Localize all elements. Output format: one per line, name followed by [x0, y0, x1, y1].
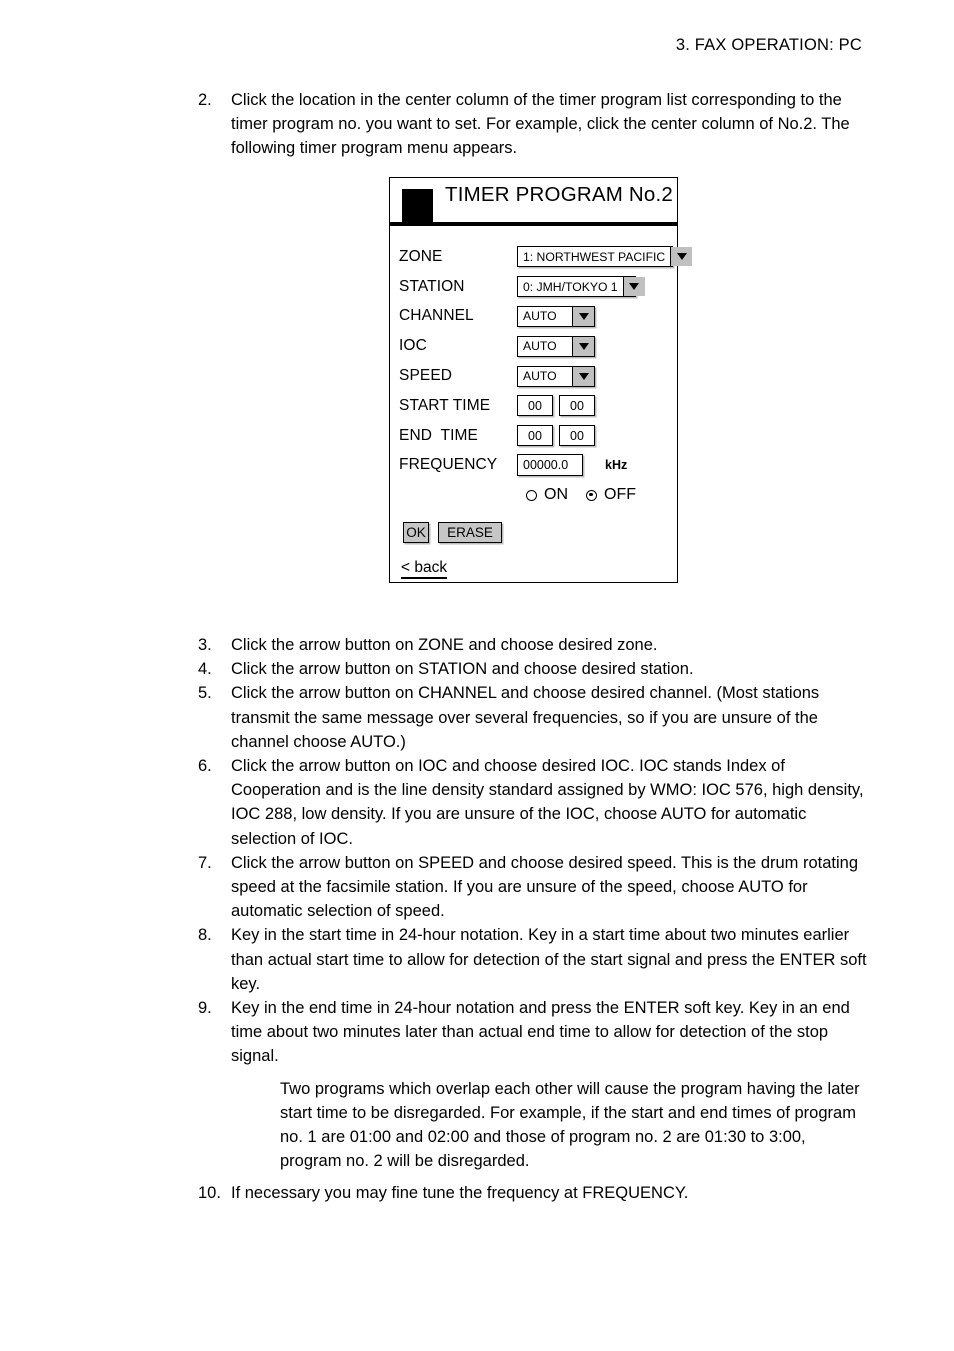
radio-off-label: OFF [604, 486, 636, 504]
instruction-steps-bottom: 3. Click the arrow button on ZONE and ch… [198, 633, 870, 1206]
step-item: 8. Key in the start time in 24-hour nota… [198, 923, 870, 996]
step-number: 6. [198, 757, 212, 776]
step-text: Key in the end time in 24-hour notation … [231, 999, 850, 1066]
start-time-label: START TIME [399, 396, 491, 414]
step-item: 9. Key in the end time in 24-hour notati… [198, 996, 870, 1069]
step-number: 3. [198, 636, 212, 654]
overlap-note: Two programs which overlap each other wi… [280, 1079, 860, 1171]
dialog-button-bar: OK ERASE [390, 522, 677, 544]
frequency-unit-label: kHz [605, 458, 628, 473]
dialog-fields: ZONE 1: NORTHWEST PACIFIC STATION 0: JMH… [390, 226, 693, 580]
step-text: Click the location in the center column … [231, 91, 850, 158]
page-running-header: 3. FAX OPERATION: PC [675, 36, 862, 54]
field-row-station: STATION 0: JMH/TOKYO 1 [390, 272, 677, 302]
zone-dropdown[interactable]: 1: NORTHWEST PACIFIC [517, 246, 693, 268]
dialog-icon-block [402, 189, 433, 223]
ioc-value: AUTO [523, 339, 557, 354]
step-item: 3. Click the arrow button on ZONE and ch… [198, 633, 870, 657]
step-text: If necessary you may fine tune the frequ… [231, 1184, 689, 1203]
field-row-channel: CHANNEL AUTO [390, 302, 677, 332]
frequency-label: FREQUENCY [399, 456, 498, 474]
step-number: 8. [198, 926, 212, 945]
channel-value: AUTO [523, 309, 557, 324]
speed-dropdown[interactable]: AUTO [517, 365, 595, 387]
step-text: Click the arrow button on SPEED and choo… [231, 853, 859, 921]
step-item: 4. Click the arrow button on STATION and… [198, 657, 870, 681]
ioc-dropdown[interactable]: AUTO [517, 335, 595, 357]
step-text: Click the arrow button on IOC and choose… [231, 757, 864, 848]
step-number: 2. [198, 91, 212, 109]
step-text: Click the arrow button on ZONE and choos… [231, 636, 658, 654]
timer-program-dialog: TIMER PROGRAM No.2 ZONE 1: NORTHWEST PAC… [389, 177, 693, 583]
end-time-label: END TIME [399, 426, 478, 444]
speed-label: SPEED [399, 367, 453, 385]
step-number: 5. [198, 684, 212, 703]
start-time-minute-input[interactable]: 00 [559, 395, 595, 417]
dialog-titlebar: TIMER PROGRAM No.2 [390, 178, 677, 226]
field-row-ioc: IOC AUTO [390, 331, 677, 361]
start-time-hour-input[interactable]: 00 [517, 395, 553, 417]
step-item: 7. Click the arrow button on SPEED and c… [198, 851, 870, 924]
radio-on[interactable] [526, 489, 537, 501]
radio-on-label: ON [544, 486, 568, 504]
step-item: 5. Click the arrow button on CHANNEL and… [198, 681, 870, 754]
channel-dropdown[interactable]: AUTO [517, 305, 595, 327]
instruction-steps-top: 2. Click the location in the center colu… [198, 88, 870, 161]
back-link[interactable]: < back [390, 559, 677, 580]
back-link-label: < back [401, 559, 448, 580]
step-number: 10. [198, 1184, 221, 1203]
frequency-input[interactable]: 00000.0 [517, 454, 583, 477]
chevron-down-icon[interactable] [670, 247, 693, 267]
speed-value: AUTO [523, 368, 557, 383]
end-time-hour-input[interactable]: 00 [517, 425, 553, 447]
step-item: 2. Click the location in the center colu… [198, 88, 870, 161]
field-row-zone: ZONE 1: NORTHWEST PACIFIC [390, 242, 693, 272]
step-text: Click the arrow button on CHANNEL and ch… [231, 684, 820, 751]
step-number: 9. [198, 999, 212, 1018]
chevron-down-icon[interactable] [572, 366, 594, 386]
ok-button[interactable]: OK [403, 522, 429, 544]
step-text: Click the arrow button on STATION and ch… [231, 660, 694, 679]
step-text: Key in the start time in 24-hour notatio… [231, 926, 867, 993]
erase-button[interactable]: ERASE [438, 522, 502, 544]
dialog-title: TIMER PROGRAM No.2 [445, 183, 673, 206]
channel-label: CHANNEL [399, 307, 474, 325]
radio-off[interactable] [586, 489, 597, 501]
field-row-speed: SPEED AUTO [390, 361, 677, 391]
chevron-down-icon[interactable] [622, 277, 645, 297]
chevron-down-icon[interactable] [572, 306, 594, 326]
zone-label: ZONE [399, 247, 443, 265]
station-label: STATION [399, 277, 465, 295]
station-value: 0: JMH/TOKYO 1 [523, 279, 618, 294]
end-time-minute-input[interactable]: 00 [559, 425, 595, 447]
ioc-label: IOC [399, 337, 427, 355]
step-number: 4. [198, 660, 212, 679]
station-dropdown[interactable]: 0: JMH/TOKYO 1 [517, 276, 645, 298]
chevron-down-icon[interactable] [572, 336, 594, 356]
step-item: 10. If necessary you may fine tune the f… [198, 1181, 870, 1205]
step-number: 7. [198, 853, 212, 872]
frequency-on-off-radio-group: ON OFF [390, 482, 677, 508]
field-row-start-time: START TIME 00 00 [390, 391, 677, 421]
zone-value: 1: NORTHWEST PACIFIC [523, 249, 666, 264]
step-item: 6. Click the arrow button on IOC and cho… [198, 754, 870, 851]
field-row-frequency: FREQUENCY 00000.0 kHz [390, 451, 677, 481]
field-row-end-time: END TIME 00 00 [390, 421, 677, 451]
